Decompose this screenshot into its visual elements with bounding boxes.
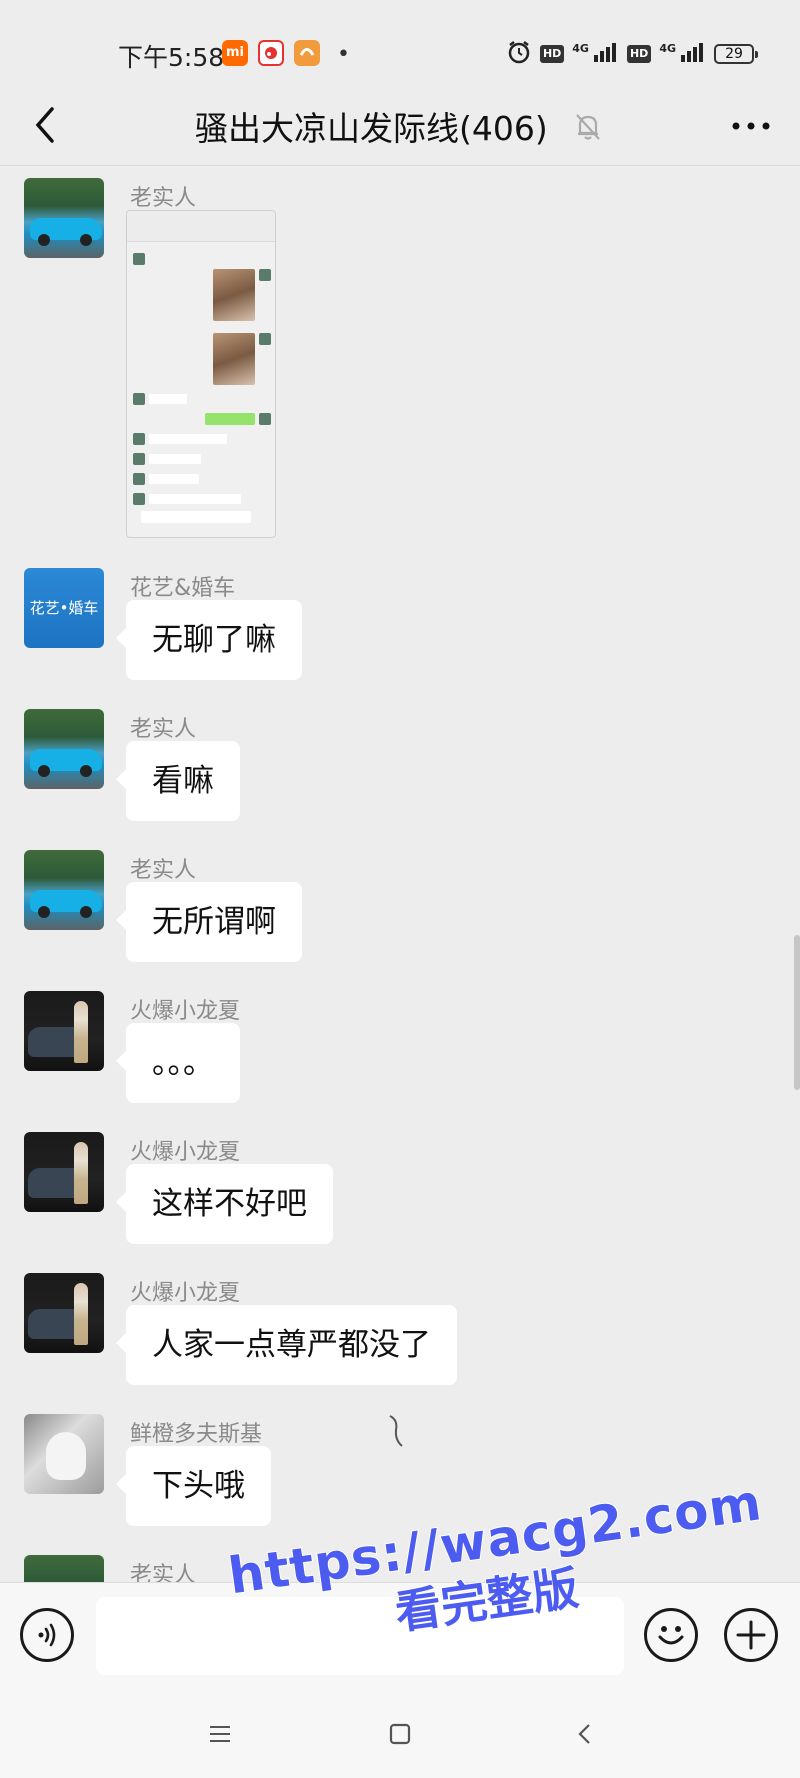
more-options-button[interactable] xyxy=(726,104,776,148)
message-bubble[interactable]: 无聊了嘛 xyxy=(116,600,302,680)
uc-browser-icon xyxy=(294,40,320,66)
emoji-button[interactable] xyxy=(644,1608,698,1662)
battery-icon: 29 xyxy=(714,44,758,64)
status-dot: • xyxy=(337,42,350,67)
alarm-icon xyxy=(506,39,532,69)
chat-screen: 下午5:58 mi • HD 4G HD 4G 29 骚出大凉山发际线(406)… xyxy=(0,0,800,1778)
message-bubble[interactable]: 下头哦 xyxy=(116,1446,271,1526)
avatar[interactable] xyxy=(24,1555,104,1585)
sender-name: 火爆小龙夏 xyxy=(130,1281,241,1306)
sender-name: 火爆小龙夏 xyxy=(130,999,241,1024)
avatar[interactable] xyxy=(24,178,104,258)
menu-lines-icon xyxy=(210,1726,230,1742)
header-divider xyxy=(0,165,800,166)
nav-home-button[interactable] xyxy=(378,1712,422,1756)
sender-name: 老实人 xyxy=(130,186,197,211)
mute-bell-icon xyxy=(574,112,602,146)
nav-menu-button[interactable] xyxy=(198,1712,242,1756)
sender-name: 火爆小龙夏 xyxy=(130,1140,241,1165)
plus-icon xyxy=(736,1620,766,1650)
message-bubble[interactable]: 人家一点尊严都没了 xyxy=(116,1305,457,1385)
sender-name: 鲜橙多夫斯基 xyxy=(130,1422,263,1447)
status-time: 下午5:58 xyxy=(118,43,225,72)
image-message[interactable] xyxy=(126,210,276,538)
mi-icon: mi xyxy=(222,40,248,66)
stray-mark xyxy=(388,1412,406,1452)
signal-icon xyxy=(593,41,619,67)
nav-back-button[interactable] xyxy=(562,1712,606,1756)
chevron-left-icon xyxy=(35,107,54,143)
message-input[interactable] xyxy=(96,1597,624,1675)
avatar[interactable] xyxy=(24,709,104,789)
message-bubble[interactable]: 无所谓啊 xyxy=(116,882,302,962)
more-functions-button[interactable] xyxy=(724,1608,778,1662)
chat-title: 骚出大凉山发际线(406) xyxy=(195,109,548,148)
avatar[interactable] xyxy=(24,1414,104,1494)
hd-badge-2: HD xyxy=(626,45,652,63)
weibo-icon xyxy=(258,40,284,66)
sender-name: 花艺&婚车 xyxy=(130,576,236,601)
sender-name: 老实人 xyxy=(130,717,197,742)
network-type: 4G xyxy=(572,41,589,55)
more-dots-icon xyxy=(732,122,770,130)
message-item-partial: 老实人 xyxy=(24,1555,784,1585)
voice-input-button[interactable] xyxy=(20,1608,74,1662)
signal-icon-2 xyxy=(680,41,706,67)
back-button[interactable] xyxy=(20,100,70,150)
home-square-icon xyxy=(389,1723,411,1745)
message-bubble[interactable]: 这样不好吧 xyxy=(116,1164,333,1244)
message-bubble[interactable]: 。。。 xyxy=(116,1023,240,1103)
smiley-icon xyxy=(658,1626,684,1645)
avatar[interactable]: 花艺•婚车 xyxy=(24,568,104,648)
system-nav-bar xyxy=(0,1690,800,1778)
sender-name: 老实人 xyxy=(130,858,197,883)
sender-name: 老实人 xyxy=(130,1563,197,1585)
hd-badge: HD xyxy=(539,45,565,63)
avatar[interactable] xyxy=(24,991,104,1071)
back-triangle-icon xyxy=(578,1724,590,1744)
message-bubble[interactable]: 看嘛 xyxy=(116,741,240,821)
status-bar: 下午5:58 mi • HD 4G HD 4G 29 xyxy=(0,0,800,100)
scrollbar[interactable] xyxy=(794,935,800,1090)
chat-header: 骚出大凉山发际线(406) xyxy=(0,90,800,162)
input-bar xyxy=(0,1582,800,1691)
voice-wave-icon xyxy=(38,1623,56,1647)
network-type-2: 4G xyxy=(659,41,676,55)
avatar[interactable] xyxy=(24,1273,104,1353)
status-indicators: HD 4G HD 4G 29 xyxy=(506,38,758,70)
avatar[interactable] xyxy=(24,850,104,930)
avatar[interactable] xyxy=(24,1132,104,1212)
